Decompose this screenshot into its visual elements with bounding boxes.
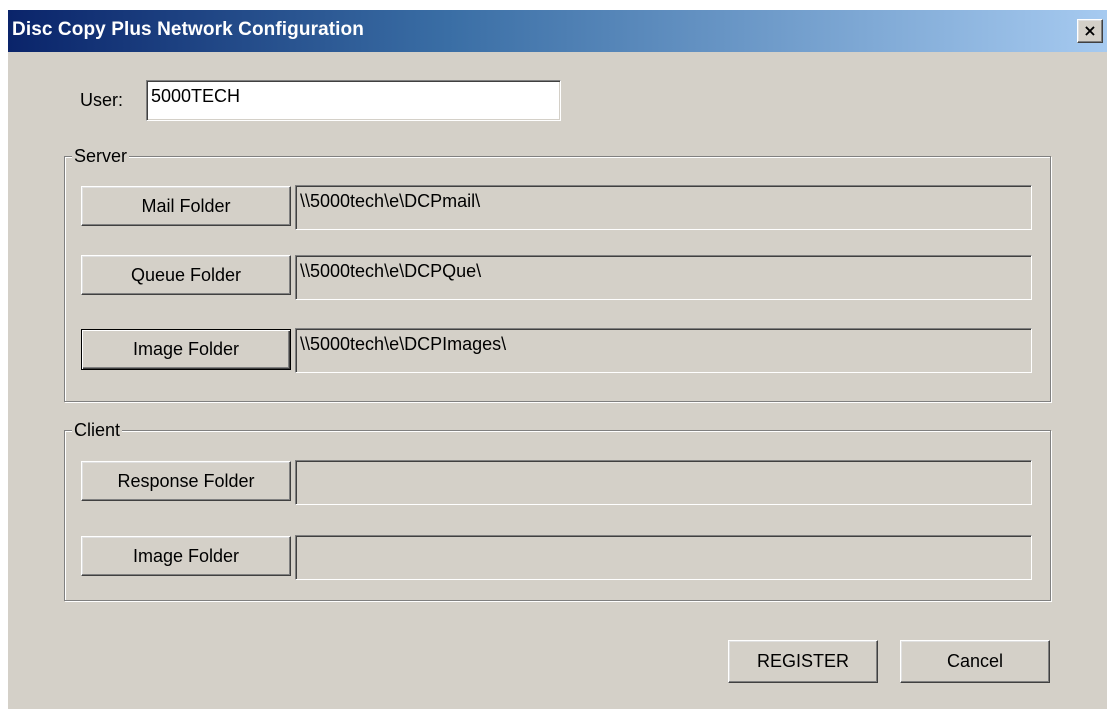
- server-group-caption: Server: [72, 146, 130, 167]
- config-dialog: Disc Copy Plus Network Configuration × U…: [8, 10, 1107, 709]
- server-image-folder-button[interactable]: Image Folder: [81, 329, 291, 370]
- close-button[interactable]: ×: [1077, 19, 1103, 43]
- server-queue-folder-button[interactable]: Queue Folder: [81, 255, 291, 295]
- user-input[interactable]: 5000TECH: [146, 80, 561, 121]
- title-bar[interactable]: Disc Copy Plus Network Configuration ×: [8, 10, 1107, 52]
- client-group-caption: Client: [72, 420, 123, 441]
- server-queue-folder-path[interactable]: \\5000tech\e\DCPQue\: [295, 255, 1032, 300]
- client-image-folder-button[interactable]: Image Folder: [81, 536, 291, 576]
- close-icon: ×: [1083, 21, 1097, 40]
- window-title: Disc Copy Plus Network Configuration: [12, 19, 364, 40]
- server-mail-folder-button[interactable]: Mail Folder: [81, 186, 291, 226]
- server-image-folder-path[interactable]: \\5000tech\e\DCPImages\: [295, 328, 1032, 373]
- user-label: User:: [80, 90, 124, 110]
- server-mail-folder-path[interactable]: \\5000tech\e\DCPmail\: [295, 185, 1032, 230]
- register-button[interactable]: REGISTER: [728, 640, 878, 683]
- client-response-folder-button[interactable]: Response Folder: [81, 461, 291, 501]
- client-response-folder-path[interactable]: [295, 460, 1032, 505]
- client-image-folder-path[interactable]: [295, 535, 1032, 580]
- cancel-button[interactable]: Cancel: [900, 640, 1050, 683]
